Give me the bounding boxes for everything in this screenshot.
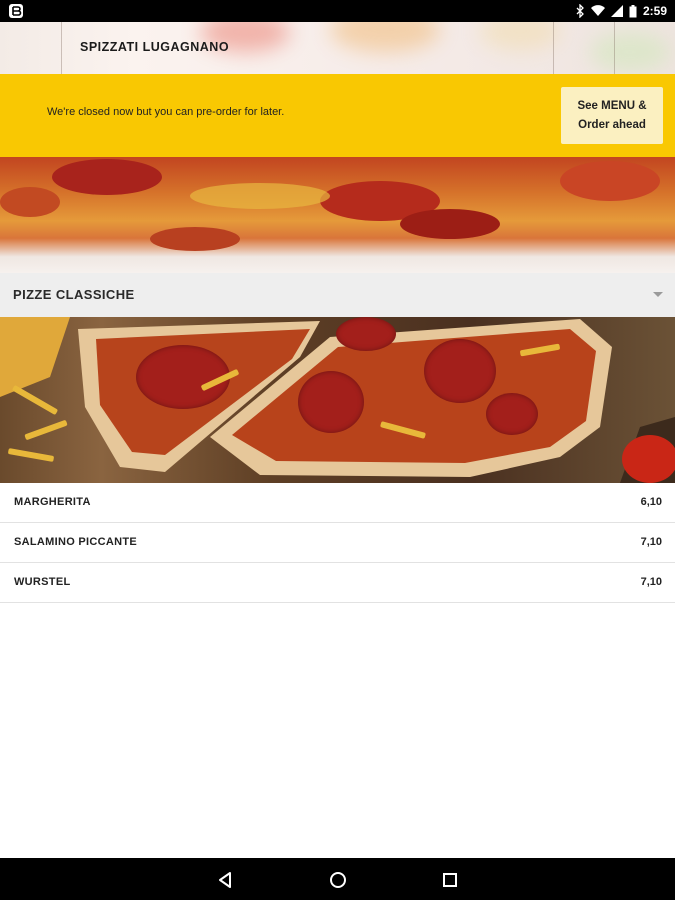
chevron-down-icon [653,292,663,297]
battery-icon [629,4,637,18]
header-divider [61,22,62,74]
menu-item-price: 7,10 [640,536,662,548]
menu-item[interactable]: SALAMINO PICCANTE 7,10 [0,523,675,563]
back-icon[interactable] [214,869,236,891]
category-image [0,317,675,483]
category-header[interactable]: PIZZE CLASSICHE [0,273,675,317]
closed-notice-message: We're closed now but you can pre-order f… [47,106,285,118]
menu-list: MARGHERITA 6,10 SALAMINO PICCANTE 7,10 W… [0,483,675,603]
menu-item-name: MARGHERITA [14,496,91,508]
wifi-icon [590,5,605,17]
signal-icon [610,5,623,17]
recents-icon[interactable] [439,869,461,891]
menu-item[interactable]: MARGHERITA 6,10 [0,483,675,523]
category-title: PIZZE CLASSICHE [13,287,135,302]
menu-item-name: WURSTEL [14,576,71,588]
see-menu-order-ahead-button[interactable]: See MENU & Order ahead [561,87,663,144]
status-time: 2:59 [642,4,667,18]
menu-item-name: SALAMINO PICCANTE [14,536,138,548]
status-bar: 2:59 [0,0,675,22]
system-nav-bar [0,858,675,900]
menu-item[interactable]: WURSTEL 7,10 [0,563,675,603]
app-notification-icon [8,3,24,19]
header-divider [614,22,615,74]
header-divider [553,22,554,74]
pizza-hero-image [0,157,675,273]
restaurant-title: SPIZZATI LUGAGNANO [80,40,230,54]
app-header: SPIZZATI LUGAGNANO [0,22,675,74]
bluetooth-icon [575,4,585,18]
home-icon[interactable] [327,869,349,891]
menu-item-price: 6,10 [640,496,662,508]
menu-item-price: 7,10 [640,576,662,588]
